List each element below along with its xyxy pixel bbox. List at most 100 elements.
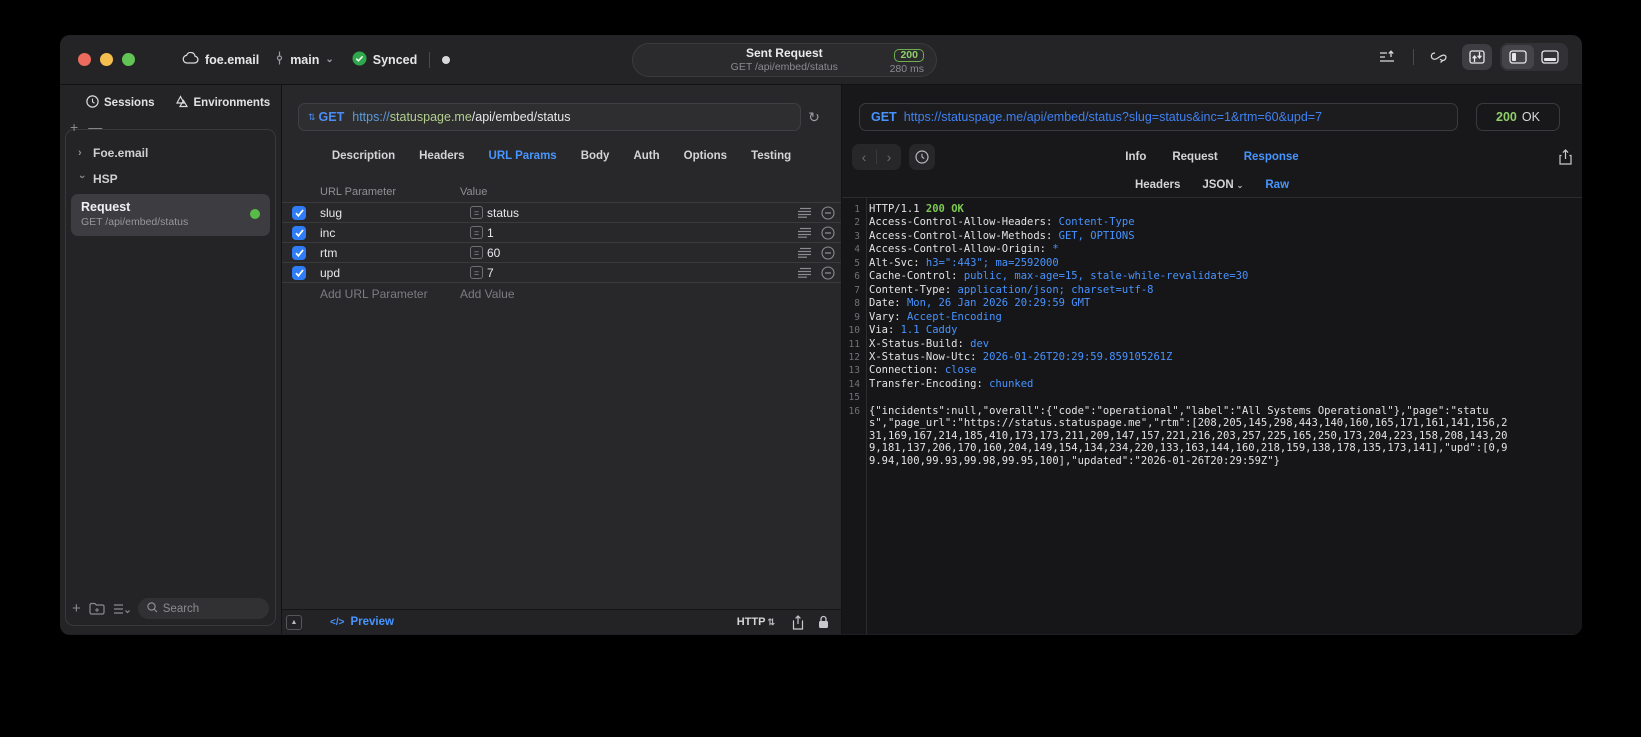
param-name[interactable]: rtm [306, 246, 470, 260]
history-clock-icon[interactable] [909, 143, 935, 170]
back-icon[interactable]: ‹ [852, 149, 876, 165]
minimize-window-button[interactable] [100, 53, 113, 66]
remove-param-icon[interactable] [821, 265, 835, 280]
response-view-tabs: Headers JSON ⌄ Raw [842, 174, 1582, 196]
equals-icon: = [470, 226, 483, 239]
add-param-row[interactable]: Add URL Parameter Add Value [282, 283, 841, 305]
gutter-divider [866, 198, 867, 634]
param-name[interactable]: inc [306, 226, 470, 240]
lock-icon[interactable] [818, 615, 829, 629]
tab-url-params[interactable]: URL Params [489, 150, 557, 162]
http-mode-label: HTTP [736, 616, 766, 628]
add-request-button[interactable]: + [72, 600, 81, 617]
zoom-window-button[interactable] [122, 53, 135, 66]
forward-icon[interactable]: › [877, 149, 901, 165]
flow-loop-icon[interactable] [1424, 44, 1454, 70]
close-window-button[interactable] [78, 53, 91, 66]
search-input[interactable]: Search [137, 598, 269, 619]
add-param-value-placeholder[interactable]: Add Value [460, 287, 515, 301]
remove-session-button[interactable]: — [88, 119, 102, 135]
raw-response-view[interactable]: 1 HTTP/1.1 200 OK 2 Access-Control-Allow-He… [842, 198, 1582, 634]
text-lines-icon[interactable] [798, 267, 811, 278]
tab-headers[interactable]: Headers [1135, 179, 1180, 191]
project-menu[interactable]: foe.email [182, 51, 259, 67]
tab-description[interactable]: Description [332, 150, 395, 162]
sent-request-url[interactable]: GET https://statuspage.me/api/embed/stat… [859, 103, 1458, 131]
response-status-code: 200 [1496, 110, 1517, 124]
method-dropdown-icon[interactable]: ⇅ [308, 112, 316, 123]
tab-info[interactable]: Info [1125, 151, 1146, 163]
tab-options[interactable]: Options [684, 150, 727, 162]
param-checkbox[interactable] [292, 245, 306, 260]
sort-lines-icon[interactable] [1373, 44, 1403, 70]
request-method[interactable]: GET [319, 110, 345, 124]
response-nav-row: ‹ › Info Request Response [852, 142, 1572, 171]
add-session-button[interactable]: + [70, 119, 78, 135]
param-value[interactable]: 60 [487, 246, 798, 260]
tab-environments[interactable]: Environments [175, 95, 270, 111]
sent-request-title: Sent Request [745, 46, 823, 61]
import-export-icon[interactable] [1462, 44, 1492, 70]
new-folder-icon[interactable] [89, 602, 105, 615]
add-param-name-placeholder[interactable]: Add URL Parameter [282, 287, 460, 301]
code-line: 16 {"incidents":null,"overall":{"code":"o… [848, 404, 1508, 467]
tree-item-foe-email[interactable]: › Foe.email [66, 140, 275, 166]
synced-check-icon [352, 51, 367, 69]
clock-icon [86, 95, 99, 111]
param-name[interactable]: upd [306, 266, 470, 280]
param-row-rtm: rtm = 60 [282, 243, 841, 263]
branch-menu[interactable]: main ⌄ [275, 51, 334, 68]
response-url: https://statuspage.me/api/embed/status?s… [903, 110, 1323, 124]
tab-auth[interactable]: Auth [633, 150, 659, 162]
preview-button[interactable]: </> Preview [330, 616, 394, 628]
tab-testing[interactable]: Testing [751, 150, 791, 162]
export-response-icon[interactable] [1559, 148, 1572, 165]
sync-status[interactable]: Synced [352, 51, 417, 69]
tab-sessions[interactable]: Sessions [86, 95, 155, 111]
tab-body[interactable]: Body [581, 150, 610, 162]
code-line: 10 Via: 1.1 Caddy [848, 324, 958, 337]
code-line: 3 Access-Control-Allow-Methods: GET, OPTI… [854, 229, 1135, 242]
text-lines-icon[interactable] [798, 247, 811, 258]
tab-response[interactable]: Response [1244, 151, 1299, 163]
param-value[interactable]: status [487, 206, 798, 220]
request-status-dot [250, 209, 260, 220]
request-item-subtitle: GET /api/embed/status [81, 215, 189, 228]
tab-json[interactable]: JSON ⌄ [1202, 179, 1243, 191]
request-url-bar[interactable]: ⇅ GET https://statuspage.me/api/embed/st… [298, 103, 801, 131]
param-value[interactable]: 1 [487, 226, 798, 240]
list-options-icon[interactable] [113, 603, 130, 615]
remove-param-icon[interactable] [821, 245, 835, 260]
text-lines-icon[interactable] [798, 207, 811, 218]
code-brackets-icon: </> [330, 616, 345, 628]
code-line: 13 Connection: close [848, 364, 977, 377]
sidebar-request-item[interactable]: Request GET /api/embed/status [71, 194, 270, 236]
branch-name: main [290, 52, 320, 67]
tab-raw[interactable]: Raw [1265, 179, 1289, 191]
code-line: 9 Vary: Accept-Encoding [854, 310, 1002, 323]
tree-item-hsp[interactable]: › HSP [66, 166, 275, 192]
sent-request-summary[interactable]: Sent Request GET /api/embed/status 200 2… [632, 43, 937, 77]
expand-console-button[interactable]: ▲ [286, 614, 302, 630]
param-checkbox[interactable] [292, 265, 306, 280]
divider [429, 51, 431, 68]
branch-icon [275, 51, 284, 68]
param-checkbox[interactable] [292, 205, 306, 220]
share-icon[interactable] [792, 614, 804, 630]
resend-request-icon[interactable]: ↻ [803, 103, 825, 131]
tab-request[interactable]: Request [1172, 151, 1217, 163]
toggle-bottom-panel-icon[interactable] [1534, 45, 1566, 69]
toggle-sidebar-icon[interactable] [1502, 45, 1534, 69]
param-checkbox[interactable] [292, 225, 306, 240]
text-lines-icon[interactable] [798, 227, 811, 238]
param-value[interactable]: 7 [487, 266, 798, 280]
remove-param-icon[interactable] [821, 205, 835, 220]
http-mode-select[interactable]: HTTP ⇅ [737, 616, 778, 628]
history-nav: ‹ › [852, 143, 901, 170]
search-icon [147, 601, 158, 616]
remove-param-icon[interactable] [821, 225, 835, 240]
tab-headers[interactable]: Headers [419, 150, 464, 162]
param-name[interactable]: slug [306, 206, 470, 220]
url-params-table: URL Parameter Value slug = status inc = 1 rtm =… [282, 181, 841, 305]
code-line: 7 Content-Type: application/json; charset… [854, 283, 1154, 296]
